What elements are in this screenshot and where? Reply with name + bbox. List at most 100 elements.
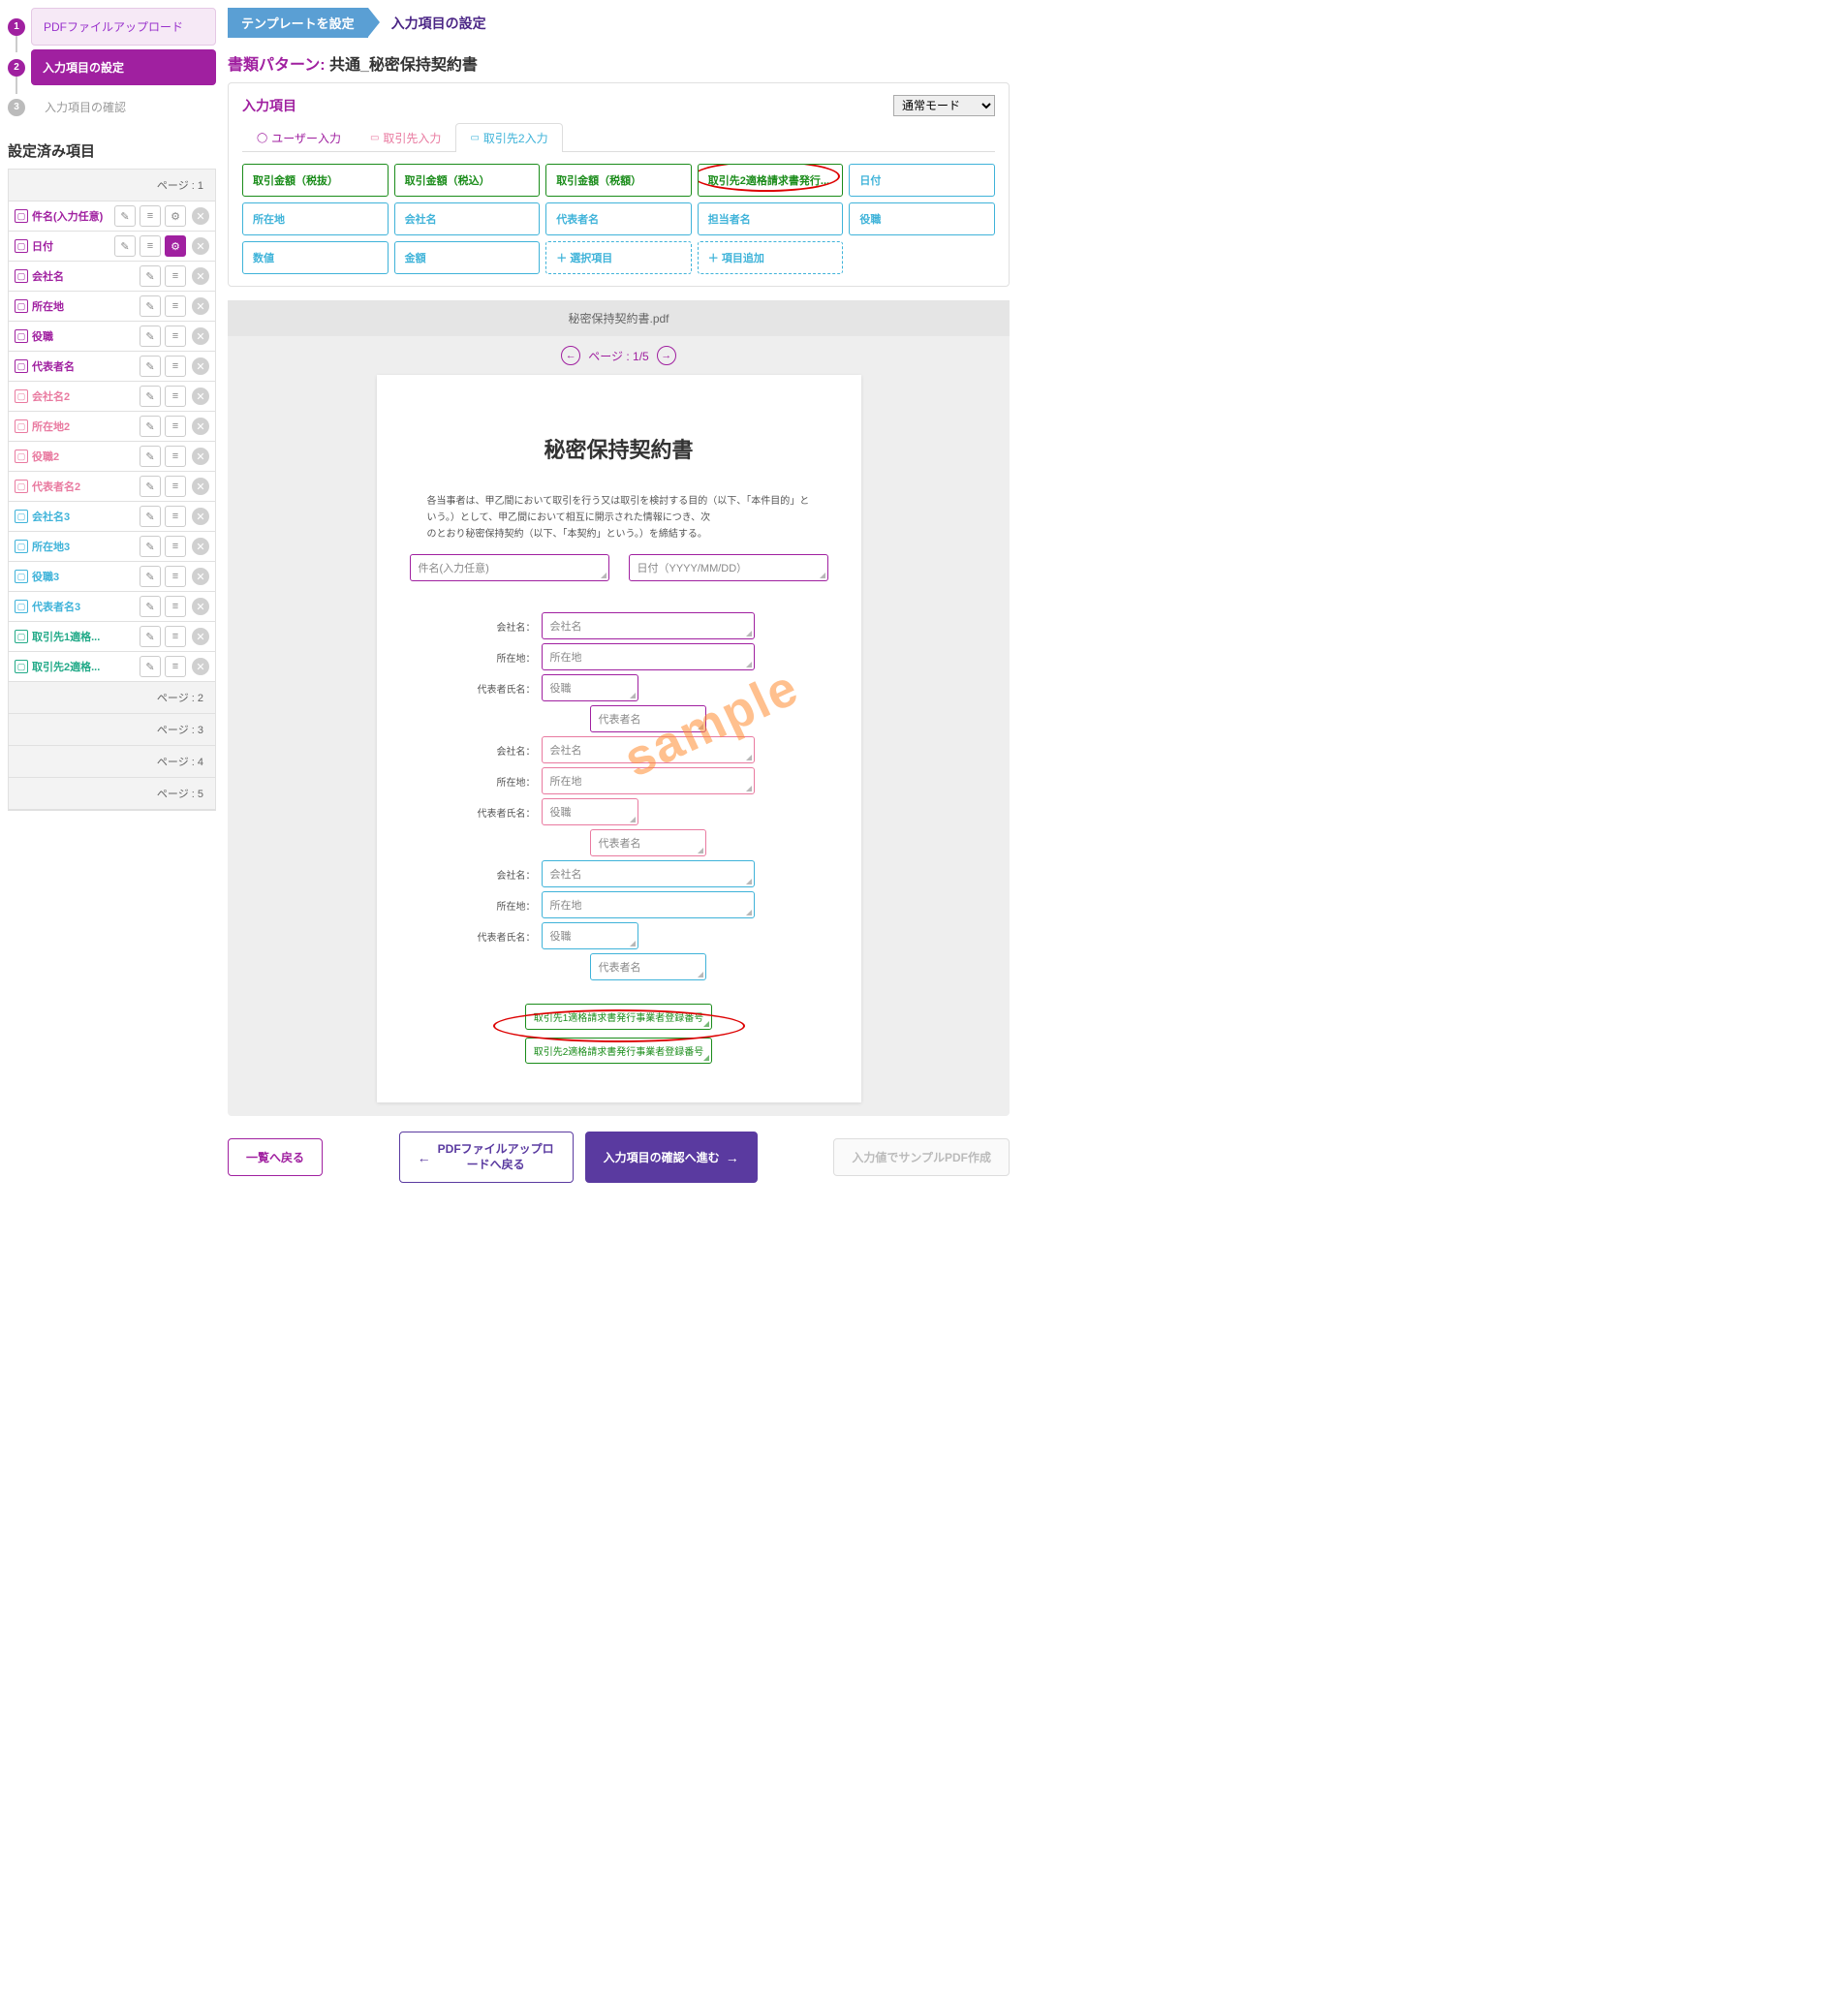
page-header-1[interactable]: ページ : 1: [9, 170, 215, 202]
field-chip[interactable]: ＋ 選択項目: [545, 241, 692, 274]
tab-purple[interactable]: ◯ユーザー入力: [242, 123, 356, 152]
field-company-3[interactable]: 会社名: [542, 860, 755, 887]
field-chip[interactable]: 取引金額（税抜）: [242, 164, 389, 197]
field-rep-1[interactable]: 代表者名: [590, 705, 706, 732]
field-chip[interactable]: 代表者名: [545, 202, 692, 235]
mode-select[interactable]: 通常モード: [893, 95, 995, 116]
page-header-5[interactable]: ページ : 5: [9, 778, 215, 810]
delete-icon[interactable]: ✕: [192, 478, 209, 495]
lines-icon[interactable]: ≡: [165, 476, 186, 497]
field-chip[interactable]: 数値: [242, 241, 389, 274]
field-chip[interactable]: 担当者名: [698, 202, 844, 235]
delete-icon[interactable]: ✕: [192, 207, 209, 225]
field-chip[interactable]: 所在地: [242, 202, 389, 235]
pencil-icon[interactable]: ✎: [140, 386, 161, 407]
delete-icon[interactable]: ✕: [192, 658, 209, 675]
item-label[interactable]: 件名(入力任意): [32, 208, 110, 224]
field-invoice-2[interactable]: 取引先2適格請求書発行事業者登録番号: [525, 1038, 713, 1064]
breadcrumb-template[interactable]: テンプレートを設定: [228, 8, 368, 38]
item-label[interactable]: 代表者名: [32, 358, 136, 374]
page-header-3[interactable]: ページ : 3: [9, 714, 215, 746]
delete-icon[interactable]: ✕: [192, 237, 209, 255]
delete-icon[interactable]: ✕: [192, 297, 209, 315]
item-label[interactable]: 代表者名3: [32, 599, 136, 614]
field-address-2[interactable]: 所在地: [542, 767, 755, 794]
pencil-icon[interactable]: ✎: [114, 205, 136, 227]
field-date[interactable]: 日付（YYYY/MM/DD）: [629, 554, 828, 581]
gear-icon[interactable]: ⚙: [165, 235, 186, 257]
field-address-1[interactable]: 所在地: [542, 643, 755, 670]
pencil-icon[interactable]: ✎: [140, 536, 161, 557]
pencil-icon[interactable]: ✎: [140, 265, 161, 287]
field-role-3[interactable]: 役職: [542, 922, 638, 949]
step-label-2[interactable]: 入力項目の設定: [31, 49, 216, 85]
lines-icon[interactable]: ≡: [165, 446, 186, 467]
field-company-1[interactable]: 会社名: [542, 612, 755, 639]
pencil-icon[interactable]: ✎: [140, 446, 161, 467]
item-label[interactable]: 所在地2: [32, 419, 136, 434]
lines-icon[interactable]: ≡: [165, 656, 186, 677]
lines-icon[interactable]: ≡: [165, 536, 186, 557]
tab-cyan[interactable]: ▭取引先2入力: [455, 123, 562, 152]
lines-icon[interactable]: ≡: [165, 295, 186, 317]
field-chip[interactable]: 役職: [849, 202, 995, 235]
lines-icon[interactable]: ≡: [165, 416, 186, 437]
pencil-icon[interactable]: ✎: [140, 506, 161, 527]
item-label[interactable]: 役職3: [32, 569, 136, 584]
field-invoice-1[interactable]: 取引先1適格請求書発行事業者登録番号: [525, 1004, 713, 1030]
delete-icon[interactable]: ✕: [192, 327, 209, 345]
item-label[interactable]: 会社名3: [32, 509, 136, 524]
delete-icon[interactable]: ✕: [192, 568, 209, 585]
item-label[interactable]: 取引先2適格...: [32, 659, 136, 674]
field-chip[interactable]: ＋ 項目追加: [698, 241, 844, 274]
pencil-icon[interactable]: ✎: [140, 566, 161, 587]
back-to-upload-button[interactable]: ←PDFファイルアップロードへ戻る: [399, 1132, 574, 1183]
field-company-2[interactable]: 会社名: [542, 736, 755, 763]
field-address-3[interactable]: 所在地: [542, 891, 755, 918]
field-chip[interactable]: 会社名: [394, 202, 541, 235]
field-chip[interactable]: 金額: [394, 241, 541, 274]
delete-icon[interactable]: ✕: [192, 598, 209, 615]
step-label-1[interactable]: PDFファイルアップロード: [31, 8, 216, 46]
field-rep-3[interactable]: 代表者名: [590, 953, 706, 980]
pencil-icon[interactable]: ✎: [140, 626, 161, 647]
item-label[interactable]: 役職: [32, 328, 136, 344]
field-chip[interactable]: 日付: [849, 164, 995, 197]
pencil-icon[interactable]: ✎: [140, 476, 161, 497]
delete-icon[interactable]: ✕: [192, 357, 209, 375]
lines-icon[interactable]: ≡: [165, 326, 186, 347]
field-chip[interactable]: 取引金額（税込）: [394, 164, 541, 197]
delete-icon[interactable]: ✕: [192, 388, 209, 405]
pencil-icon[interactable]: ✎: [140, 326, 161, 347]
delete-icon[interactable]: ✕: [192, 267, 209, 285]
field-rep-2[interactable]: 代表者名: [590, 829, 706, 856]
back-to-list-button[interactable]: 一覧へ戻る: [228, 1138, 323, 1176]
lines-icon[interactable]: ≡: [165, 596, 186, 617]
delete-icon[interactable]: ✕: [192, 628, 209, 645]
lines-icon[interactable]: ≡: [140, 235, 161, 257]
item-label[interactable]: 日付: [32, 238, 110, 254]
lines-icon[interactable]: ≡: [165, 386, 186, 407]
item-label[interactable]: 会社名: [32, 268, 136, 284]
page-header-2[interactable]: ページ : 2: [9, 682, 215, 714]
pencil-icon[interactable]: ✎: [140, 416, 161, 437]
delete-icon[interactable]: ✕: [192, 538, 209, 555]
lines-icon[interactable]: ≡: [140, 205, 161, 227]
item-label[interactable]: 代表者名2: [32, 479, 136, 494]
step-label-3[interactable]: 入力項目の確認: [31, 89, 216, 125]
pencil-icon[interactable]: ✎: [140, 356, 161, 377]
delete-icon[interactable]: ✕: [192, 508, 209, 525]
item-label[interactable]: 取引先1適格...: [32, 629, 136, 644]
item-label[interactable]: 所在地: [32, 298, 136, 314]
pencil-icon[interactable]: ✎: [114, 235, 136, 257]
item-label[interactable]: 役職2: [32, 449, 136, 464]
lines-icon[interactable]: ≡: [165, 626, 186, 647]
pencil-icon[interactable]: ✎: [140, 656, 161, 677]
page-prev-button[interactable]: ←: [561, 346, 580, 365]
page-next-button[interactable]: →: [657, 346, 676, 365]
pencil-icon[interactable]: ✎: [140, 596, 161, 617]
lines-icon[interactable]: ≡: [165, 356, 186, 377]
field-role-2[interactable]: 役職: [542, 798, 638, 825]
gear-icon[interactable]: ⚙: [165, 205, 186, 227]
tab-pink[interactable]: ▭取引先入力: [356, 123, 455, 152]
